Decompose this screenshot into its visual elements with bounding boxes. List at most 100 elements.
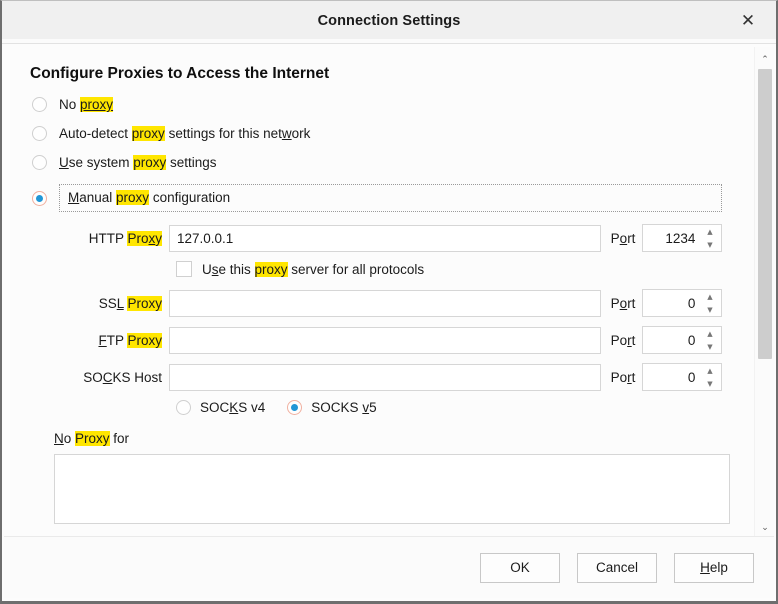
radio-label-manual: Manual proxy configuration (68, 190, 713, 205)
radio-socks-v4[interactable] (176, 400, 191, 415)
label-part-pre: HTTP (88, 230, 128, 246)
radio-label-socks-v4: SOCKS v4 (200, 400, 266, 415)
help-button[interactable]: Help (674, 552, 754, 583)
socks-port-spinner[interactable]: ▲ ▼ (642, 363, 722, 391)
accelerator-letter: M (68, 190, 80, 205)
ssl-port-spinner[interactable]: ▲ ▼ (642, 289, 722, 317)
ftp-port-spinner[interactable]: ▲ ▼ (642, 326, 722, 354)
spinner-buttons[interactable]: ▲ ▼ (703, 329, 717, 353)
spinner-down-icon[interactable]: ▼ (703, 240, 717, 251)
label-part-pre: FTP (98, 332, 128, 348)
radio-row-no-proxy[interactable]: No proxy (30, 97, 722, 112)
ok-button[interactable]: OK (480, 552, 560, 583)
accelerator-letter: x (148, 230, 156, 246)
label-part-pre: Auto-detect (59, 126, 132, 141)
label-http-port: Port (610, 230, 636, 246)
label-part-pre: Use this (202, 261, 255, 277)
label-ssl-port: Port (610, 295, 636, 311)
label-http-proxy: HTTP Proxy (54, 230, 162, 246)
ftp-proxy-host-input[interactable] (169, 326, 601, 354)
accelerator-letter: F (98, 332, 107, 348)
cancel-button[interactable]: Cancel (577, 552, 657, 583)
spinner-down-icon[interactable]: ▼ (703, 379, 717, 390)
radio-use-system[interactable] (32, 155, 47, 170)
settings-content: Configure Proxies to Access the Internet… (4, 47, 744, 529)
label-part-highlight: Proxy (127, 295, 162, 311)
socks-port-input[interactable] (643, 364, 700, 390)
scrollbar-thumb[interactable] (758, 69, 772, 359)
label-part-highlight: proxy (131, 126, 165, 141)
manual-focus-ring: Manual proxy configuration (59, 184, 722, 212)
radio-auto-detect[interactable] (32, 126, 47, 141)
accelerator-letter: L (116, 295, 124, 311)
ssl-proxy-host-input[interactable] (169, 289, 601, 317)
scroll-down-icon[interactable]: ⌄ (755, 519, 775, 537)
http-port-input[interactable] (643, 225, 700, 251)
connection-settings-dialog: Connection Settings ✕ Configure Proxies … (0, 0, 778, 604)
spinner-down-icon[interactable]: ▼ (703, 305, 717, 316)
label-part-post: settings (166, 155, 217, 170)
accelerator-letter: U (59, 155, 69, 170)
spinner-up-icon[interactable]: ▲ (703, 292, 717, 303)
spinner-up-icon[interactable]: ▲ (703, 329, 717, 340)
label-ssl-proxy: SSL Proxy (54, 295, 162, 311)
ftp-port-input[interactable] (643, 327, 700, 353)
label-part-pre: SSL (98, 295, 124, 311)
close-icon[interactable]: ✕ (728, 1, 768, 41)
spinner-up-icon[interactable]: ▲ (703, 366, 717, 377)
spinner-buttons[interactable]: ▲ ▼ (703, 227, 717, 251)
radio-no-proxy[interactable] (32, 97, 47, 112)
accelerator-letter: s (211, 261, 219, 277)
no-proxy-for-textarea[interactable] (54, 454, 730, 524)
accelerator-letter: o (619, 230, 628, 246)
dialog-title: Connection Settings (317, 12, 461, 29)
label-part-pre: Use system (59, 155, 134, 170)
label-ftp-port: Port (610, 332, 636, 348)
dialog-footer: OK Cancel Help (4, 536, 774, 598)
field-row-socks-host: SOCKS Host Port ▲ ▼ (30, 363, 722, 391)
vertical-scrollbar[interactable]: ⌃ ⌄ (754, 47, 774, 538)
radio-row-use-system[interactable]: Use system proxy settings (30, 155, 722, 170)
radio-row-manual[interactable]: Manual proxy configuration (30, 184, 722, 212)
spinner-up-icon[interactable]: ▲ (703, 227, 717, 238)
spinner-buttons[interactable]: ▲ ▼ (703, 366, 717, 390)
accelerator-letter: w (281, 126, 292, 141)
radio-row-auto-detect[interactable]: Auto-detect proxy settings for this netw… (30, 126, 722, 141)
page-title: Configure Proxies to Access the Internet (30, 65, 330, 82)
spinner-buttons[interactable]: ▲ ▼ (703, 292, 717, 316)
label-ftp-proxy: FTP Proxy (54, 332, 162, 348)
radio-label-auto-detect: Auto-detect proxy settings for this netw… (59, 126, 310, 141)
spinner-down-icon[interactable]: ▼ (703, 342, 717, 353)
label-part-post: for (109, 431, 130, 446)
radio-label-use-system: Use system proxy settings (59, 155, 217, 170)
scroll-up-icon[interactable]: ⌃ (755, 51, 775, 69)
accelerator-letter: r (627, 332, 632, 348)
checkbox-all-protocols[interactable] (176, 261, 192, 277)
label-part-highlight: Proxy (127, 332, 162, 348)
radio-socks-v5[interactable] (287, 400, 303, 415)
accelerator-letter: v (362, 400, 370, 415)
http-port-spinner[interactable]: ▲ ▼ (642, 224, 722, 252)
radio-label-no-proxy: No proxy (59, 97, 114, 112)
radio-label-socks-v5: SOCKS v5 (311, 400, 377, 415)
socks-host-input[interactable] (169, 363, 601, 391)
socks-version-row: SOCKS v4 SOCKS v5 (30, 400, 722, 415)
checkbox-label-all-protocols: Use this proxy server for all protocols (202, 261, 425, 277)
label-part-highlight: proxy (254, 261, 288, 277)
checkbox-row-all-protocols[interactable]: Use this proxy server for all protocols (30, 261, 722, 277)
label-part-post: server for all protocols (287, 261, 425, 277)
field-row-ftp-proxy: FTP Proxy Port ▲ ▼ (30, 326, 722, 354)
ssl-port-input[interactable] (643, 290, 700, 316)
radio-manual[interactable] (32, 190, 47, 206)
accelerator-letter: C (102, 369, 113, 385)
accelerator-letter: r (627, 369, 632, 385)
label-part-highlight: proxy (116, 190, 150, 205)
field-row-http-proxy: HTTP Proxy Port ▲ ▼ (30, 224, 722, 252)
field-row-ssl-proxy: SSL Proxy Port ▲ ▼ (30, 289, 722, 317)
accelerator-letter: o (619, 295, 628, 311)
settings-scroll-viewport: Configure Proxies to Access the Internet… (4, 47, 756, 538)
label-part-post: settings for this network (164, 126, 311, 141)
label-no-proxy-for: No Proxy for (54, 431, 722, 446)
label-part-highlight: Proxy (75, 431, 110, 446)
http-proxy-host-input[interactable] (169, 224, 601, 252)
